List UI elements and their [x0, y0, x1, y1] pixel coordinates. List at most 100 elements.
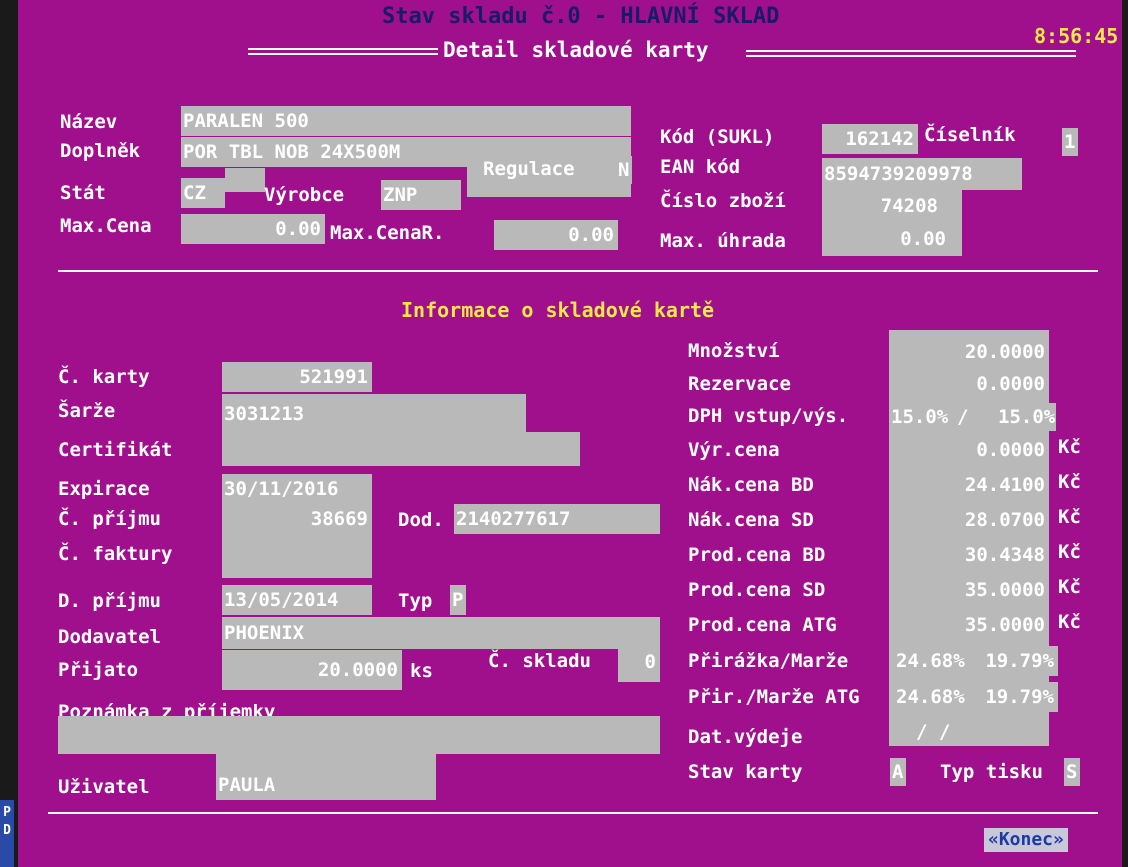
- prijato-field[interactable]: 20.0000: [222, 650, 402, 690]
- prijato-label: Přijato: [58, 659, 139, 681]
- sarze-field[interactable]: 3031213: [222, 394, 526, 434]
- title-rule-left: [248, 48, 438, 50]
- nazev-label: Název: [60, 111, 118, 133]
- karty-field[interactable]: 521991: [222, 362, 372, 392]
- mnozstvi-label: Množství: [688, 340, 780, 362]
- vyrobce-label: Výrobce: [264, 184, 345, 206]
- rezervace-field[interactable]: 0.0000: [889, 370, 1049, 398]
- dph-in-field[interactable]: 15.0%: [889, 403, 949, 431]
- stavkarty-field[interactable]: A: [890, 758, 906, 786]
- dod-label: Dod.: [398, 509, 444, 531]
- certifikat-label: Certifikát: [58, 439, 173, 461]
- title-rule-right: [746, 50, 1076, 52]
- kod-label: Kód (SUKL): [660, 126, 775, 148]
- typtisku-label: Typ tisku: [940, 761, 1043, 783]
- dod-field[interactable]: 2140277617: [454, 504, 660, 534]
- window-title: Detail skladové karty: [443, 38, 709, 62]
- vyrobce-field[interactable]: ZNP: [381, 180, 461, 210]
- sarze-label: Šarže: [58, 400, 116, 422]
- section-title: Informace o skladové kartě: [401, 298, 715, 322]
- stavkarty-label: Stav karty: [688, 761, 803, 783]
- rezervace-label: Rezervace: [688, 373, 791, 395]
- uzivatel-field[interactable]: PAULA: [216, 754, 436, 800]
- mnozstvi-field[interactable]: 20.0000: [889, 338, 1049, 366]
- faktury-field[interactable]: [222, 534, 372, 578]
- datvydeje-label: Dat.výdeje: [688, 726, 803, 748]
- datvydeje-field[interactable]: / /: [894, 718, 1020, 746]
- dph-separator: /: [957, 406, 969, 428]
- ean-label: EAN kód: [660, 156, 741, 178]
- ean-field[interactable]: 8594739209978: [822, 158, 1022, 190]
- regulace-field[interactable]: N: [616, 156, 632, 184]
- vyrcena-label: Výr.cena: [688, 439, 780, 461]
- prijmu-label: Č. příjmu: [58, 508, 161, 530]
- prodatg-label: Prod.cena ATG: [688, 614, 837, 636]
- prodsd-label: Prod.cena SD: [688, 579, 826, 601]
- terminal-screen: Stav skladu č.0 - HLAVNÍ SKLAD 8:56:45 D…: [18, 0, 1122, 867]
- prijmu-field[interactable]: 38669: [222, 504, 372, 534]
- karty-label: Č. karty: [58, 366, 150, 388]
- prirazka-label: Přirážka/Marže: [688, 650, 849, 672]
- poznamka-field[interactable]: [58, 716, 660, 754]
- vyrcena-currency: Kč: [1058, 436, 1081, 458]
- maxcena-field[interactable]: 0.00: [181, 214, 325, 244]
- dodavatel-field[interactable]: PHOENIX: [222, 617, 660, 649]
- typ-label: Typ: [398, 590, 433, 612]
- doplnek-field[interactable]: POR TBL NOB 24X500M: [181, 137, 467, 167]
- marzeatg-field[interactable]: 19.79%: [985, 682, 1058, 712]
- dprijmu-label: D. příjmu: [58, 590, 161, 612]
- prodbd-currency: Kč: [1058, 541, 1081, 563]
- typtisku-field[interactable]: S: [1064, 758, 1080, 786]
- title-rule-left-2: [248, 53, 438, 55]
- ciselnik-label: Číselník: [924, 124, 1016, 146]
- doplnek-label: Doplněk: [60, 140, 141, 162]
- prodsd-currency: Kč: [1058, 576, 1081, 598]
- dph-out-field[interactable]: 15.0%: [996, 403, 1056, 431]
- prirazka-field[interactable]: 24.68%: [894, 646, 976, 676]
- maksd-field[interactable]: 28.0700: [889, 506, 1049, 534]
- title-rule-right-2: [746, 55, 1076, 57]
- maxcenar-field[interactable]: 0.00: [494, 220, 618, 250]
- makbd-field[interactable]: 24.4100: [889, 471, 1049, 499]
- marze-field[interactable]: 19.79%: [985, 646, 1058, 676]
- stat-field[interactable]: CZ: [181, 178, 225, 208]
- certifikat-field[interactable]: [222, 432, 580, 466]
- expirace-field[interactable]: 30/11/2016: [222, 474, 372, 504]
- prodsd-field[interactable]: 35.0000: [889, 576, 1049, 604]
- makbd-label: Nák.cena BD: [688, 474, 814, 496]
- konec-button[interactable]: «Konec»: [984, 828, 1068, 852]
- ks-label: ks: [410, 660, 433, 682]
- cislo-label: Číslo zboží: [660, 190, 786, 212]
- prodatg-field[interactable]: 35.0000: [889, 611, 1049, 639]
- dodavatel-label: Dodavatel: [58, 626, 161, 648]
- dprijmu-field[interactable]: 13/05/2014: [222, 585, 372, 615]
- prodbd-field[interactable]: 30.4348: [889, 541, 1049, 569]
- cskladu-field[interactable]: 0: [618, 642, 660, 682]
- stat-label: Stát: [60, 182, 106, 204]
- maxcena-label: Max.Cena: [60, 215, 152, 237]
- cislo-field[interactable]: 74208: [822, 190, 962, 222]
- stat-field-ext: [225, 168, 265, 192]
- top-title: Stav skladu č.0 - HLAVNÍ SKLAD: [382, 4, 780, 29]
- faktury-label: Č. faktury: [58, 543, 173, 565]
- vyrcena-field[interactable]: 0.0000: [889, 436, 1049, 464]
- maksd-currency: Kč: [1058, 506, 1081, 528]
- makbd-currency: Kč: [1058, 471, 1081, 493]
- ciselnik-field[interactable]: 1: [1062, 128, 1078, 156]
- maxuhrada-field[interactable]: 0.00: [822, 222, 962, 256]
- side-tab: P D: [0, 800, 14, 867]
- typ-field[interactable]: P: [450, 585, 466, 615]
- uzivatel-label: Uživatel: [58, 776, 150, 798]
- prodatg-currency: Kč: [1058, 611, 1081, 633]
- maxuhrada-label: Max. úhrada: [660, 230, 786, 252]
- maxcenar-label: Max.CenaR.: [330, 222, 445, 244]
- cskladu-label: Č. skladu: [488, 650, 591, 672]
- maksd-label: Nák.cena SD: [688, 509, 814, 531]
- priratg-field[interactable]: 24.68%: [894, 682, 976, 712]
- prodbd-label: Prod.cena BD: [688, 544, 826, 566]
- regulace-label: Regulace: [483, 158, 575, 180]
- priratg-label: Přir./Marže ATG: [688, 686, 860, 708]
- clock: 8:56:45: [1034, 24, 1119, 48]
- kod-field[interactable]: 162142: [822, 124, 918, 154]
- nazev-field[interactable]: PARALEN 500: [181, 106, 631, 136]
